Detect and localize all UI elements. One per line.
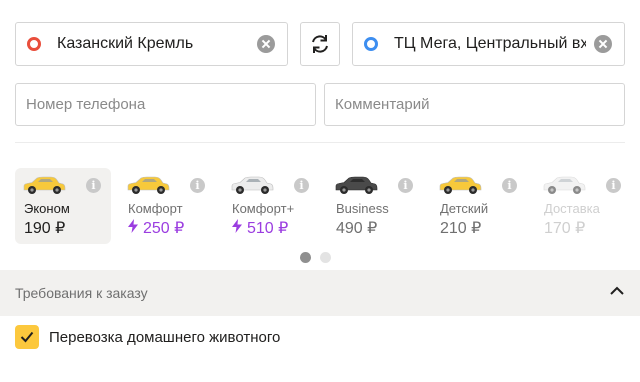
tariff-card[interactable]: i Эконом 190 ₽ <box>15 168 111 244</box>
tariff-card[interactable]: i Business 490 ₽ <box>327 168 423 244</box>
tariff-price-value: 210 ₽ <box>440 220 482 237</box>
tariff-name: Комфорт <box>128 201 183 216</box>
carousel-pagination <box>300 250 340 263</box>
tariff-name: Комфорт+ <box>232 201 295 216</box>
phone-input[interactable] <box>26 96 315 113</box>
car-icon <box>543 176 586 194</box>
requirement-item[interactable]: Перевозка домашнего животного <box>15 323 280 351</box>
tariff-price-value: 170 ₽ <box>544 220 586 237</box>
chevron-up-icon[interactable] <box>610 286 624 296</box>
swap-arrows-icon <box>312 35 328 53</box>
to-address-field[interactable]: ТЦ Мега, Центральный вхо <box>352 22 625 66</box>
car-icon <box>335 176 378 194</box>
divider <box>15 142 625 143</box>
tariff-card[interactable]: i Комфорт+ 510 ₽ <box>223 168 319 244</box>
pagination-dot[interactable] <box>320 252 331 263</box>
swap-route-button[interactable] <box>300 22 340 66</box>
tariff-price-value: 490 ₽ <box>336 220 378 237</box>
tariff-price: 490 ₽ <box>336 218 377 238</box>
clear-to-icon[interactable] <box>594 35 612 53</box>
tariff-price: 190 ₽ <box>24 218 65 238</box>
origin-marker-icon <box>27 37 41 51</box>
tariff-name: Эконом <box>24 201 70 216</box>
checkbox[interactable] <box>15 325 39 349</box>
tariff-carousel: i Эконом 190 ₽ i Комфорт 250 ₽ i Комфорт… <box>15 168 640 246</box>
car-icon <box>439 176 482 194</box>
tariff-price: 250 ₽ <box>128 218 184 238</box>
clear-from-icon[interactable] <box>257 35 275 53</box>
tariff-price-value: 510 ₽ <box>247 220 289 237</box>
requirements-title: Требования к заказу <box>15 285 148 301</box>
tariff-name: Business <box>336 201 389 216</box>
info-icon[interactable]: i <box>294 178 309 193</box>
to-address-text[interactable]: ТЦ Мега, Центральный вхо <box>394 35 586 53</box>
tariff-card[interactable]: i Доставка 170 ₽ <box>535 168 631 244</box>
checkmark-icon <box>20 331 34 343</box>
info-icon[interactable]: i <box>86 178 101 193</box>
tariff-name: Детский <box>440 201 489 216</box>
tariff-price: 170 ₽ <box>544 218 585 238</box>
car-icon <box>127 176 170 194</box>
tariff-price: 210 ₽ <box>440 218 481 238</box>
from-address-text[interactable]: Казанский Кремль <box>57 35 249 53</box>
info-icon[interactable]: i <box>502 178 517 193</box>
tariff-card[interactable]: i Детский 210 ₽ <box>431 168 527 244</box>
surge-bolt-icon <box>232 219 242 238</box>
destination-marker-icon <box>364 37 378 51</box>
car-icon <box>23 176 66 194</box>
info-icon[interactable]: i <box>606 178 621 193</box>
tariff-name: Доставка <box>544 201 600 216</box>
phone-field[interactable] <box>15 83 316 126</box>
requirement-label: Перевозка домашнего животного <box>49 328 281 346</box>
from-address-field[interactable]: Казанский Кремль <box>15 22 288 66</box>
tariff-price-value: 250 ₽ <box>143 220 185 237</box>
info-icon[interactable]: i <box>190 178 205 193</box>
pagination-dot[interactable] <box>300 252 311 263</box>
requirements-header[interactable]: Требования к заказу <box>0 270 640 316</box>
route-row: Казанский Кремль ТЦ Мега, Центральный вх… <box>15 22 625 66</box>
comment-input[interactable] <box>335 96 624 113</box>
car-icon <box>231 176 274 194</box>
surge-bolt-icon <box>128 219 138 238</box>
tariff-price-value: 190 ₽ <box>24 220 66 237</box>
info-icon[interactable]: i <box>398 178 413 193</box>
tariff-card[interactable]: i Комфорт 250 ₽ <box>119 168 215 244</box>
comment-field[interactable] <box>324 83 625 126</box>
tariff-price: 510 ₽ <box>232 218 288 238</box>
